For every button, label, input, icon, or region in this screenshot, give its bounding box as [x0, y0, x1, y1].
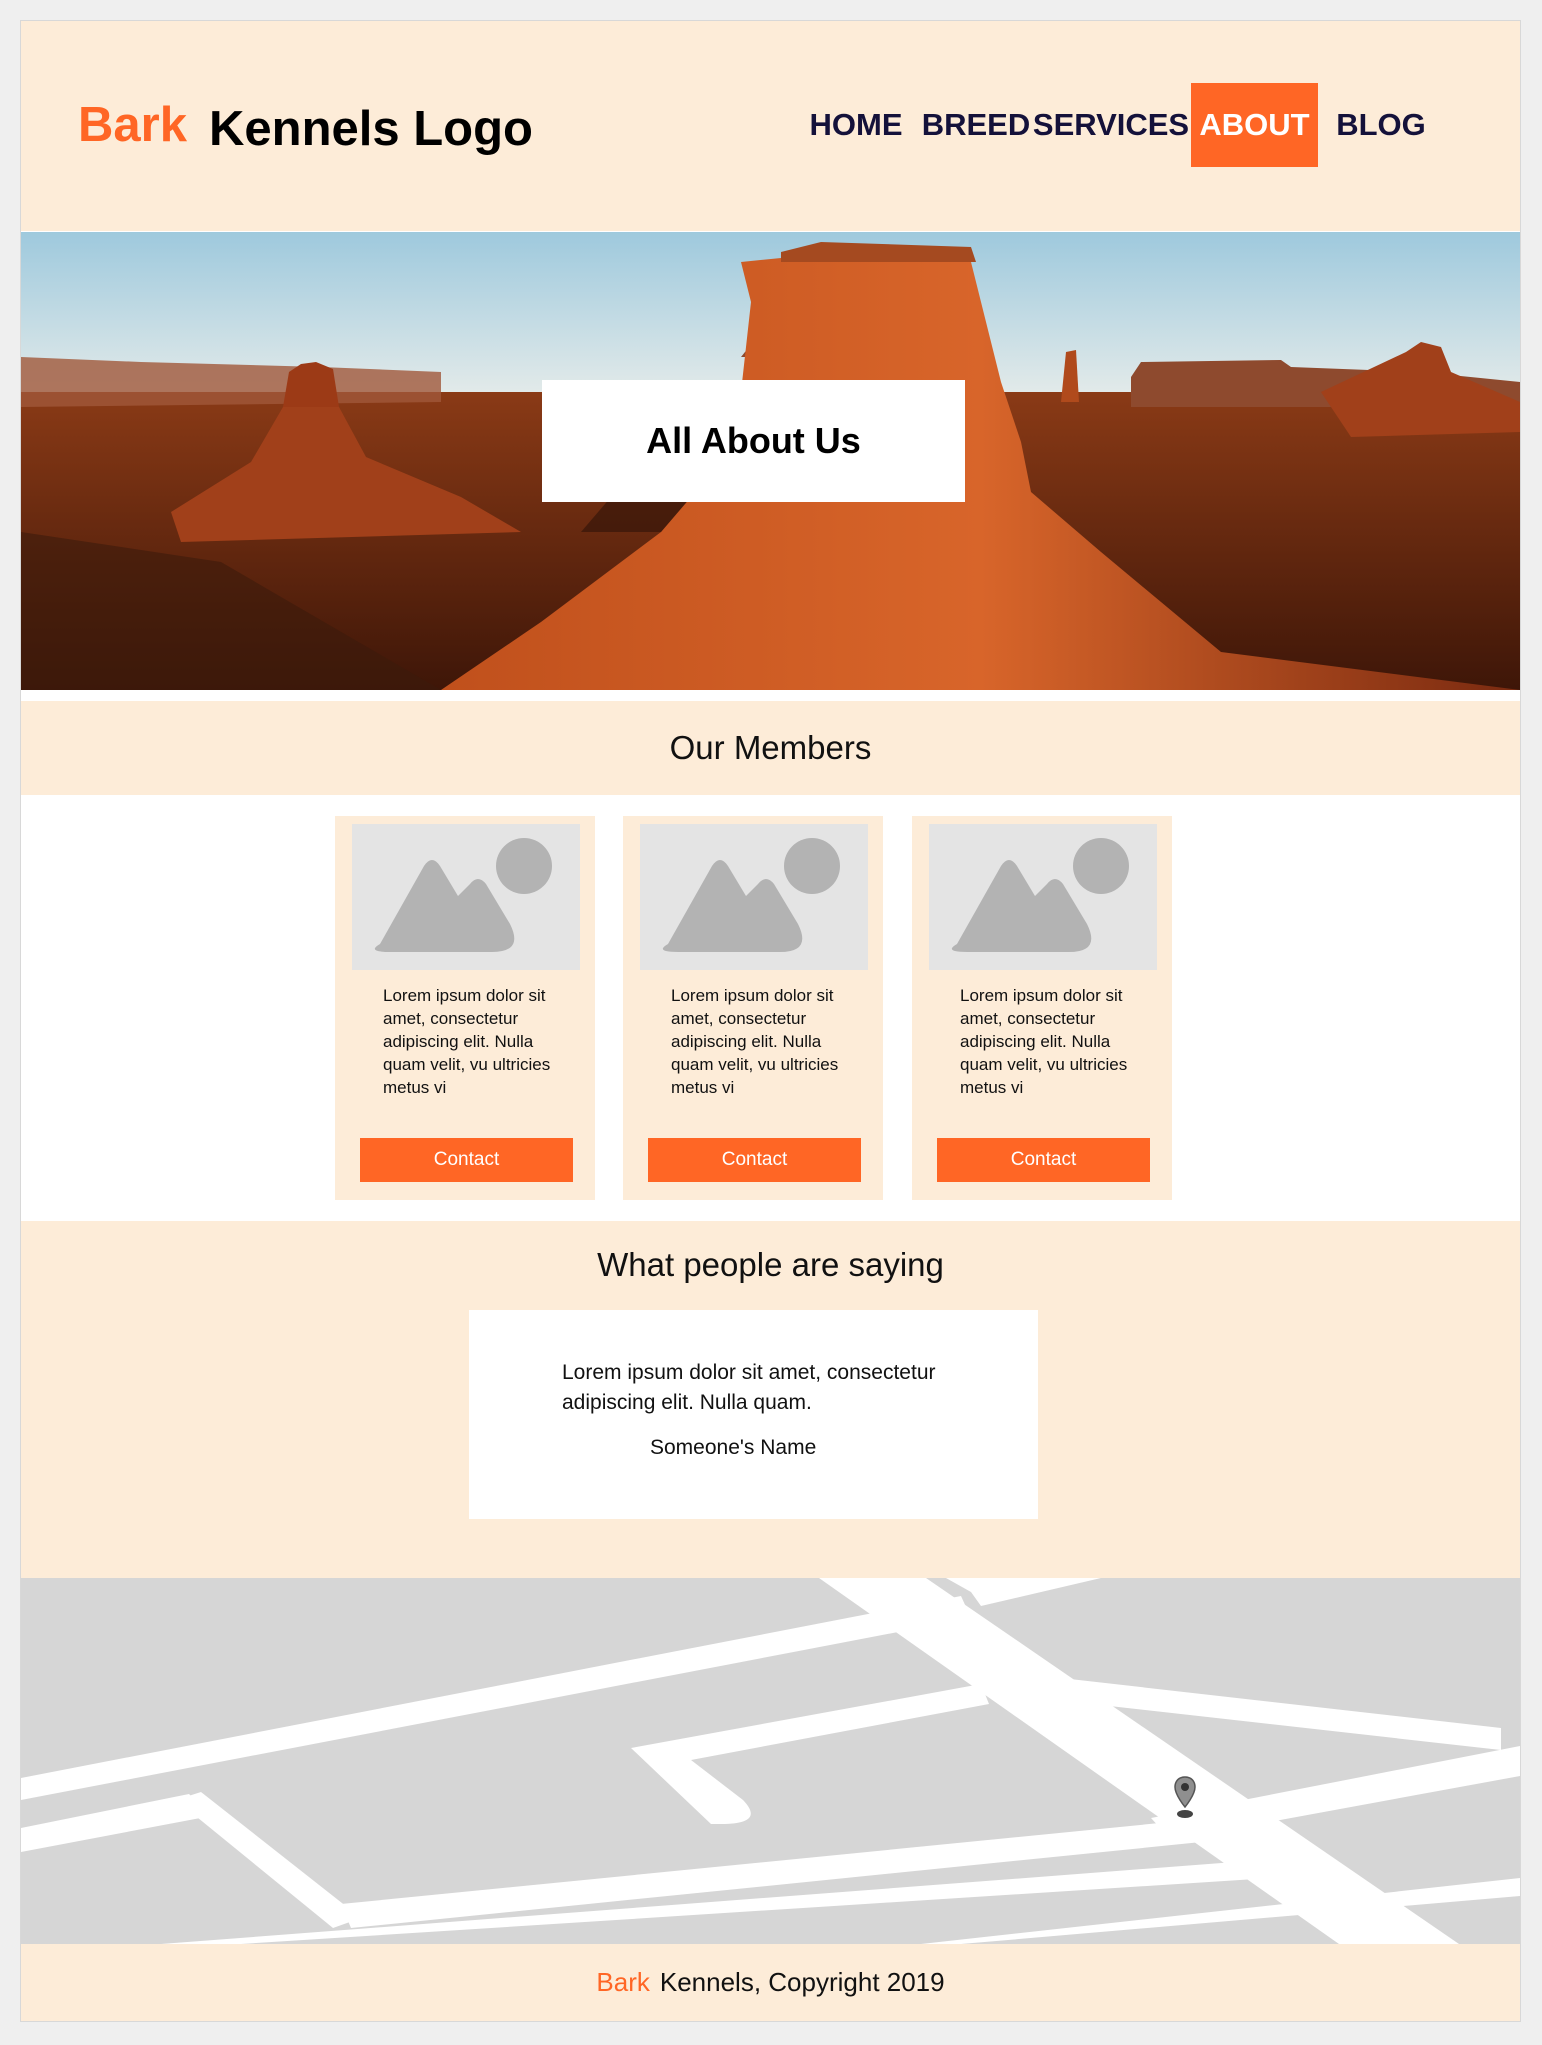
member-card-text: Lorem ipsum dolor sit amet, consectetur … [671, 986, 839, 1097]
footer-brand: Bark [596, 1967, 650, 1997]
member-card-text: Lorem ipsum dolor sit amet, consectetur … [383, 986, 551, 1097]
testimonial-author: Someone's Name [650, 1436, 817, 1459]
hero-title-box: All About Us [542, 380, 965, 502]
nav-home[interactable]: HOME [791, 83, 921, 167]
testimonials-title: What people are saying [597, 1246, 944, 1283]
location-map[interactable] [21, 1578, 1520, 1944]
testimonial-card: Lorem ipsum dolor sit amet, consectetur … [469, 1310, 1038, 1519]
member-card: Lorem ipsum dolor sit amet, consectetur … [335, 816, 595, 1200]
page: Bark Kennels Logo HOME BREED SERVICES AB… [20, 20, 1521, 2022]
contact-button[interactable]: Contact [360, 1138, 573, 1182]
contact-button[interactable]: Contact [648, 1138, 861, 1182]
nav-breed[interactable]: BREED [911, 83, 1041, 167]
site-footer: Bark Kennels, Copyright 2019 [21, 1944, 1520, 2021]
members-title: Our Members [669, 729, 872, 766]
members-header: Our Members [21, 701, 1520, 795]
image-placeholder-icon [352, 824, 580, 970]
map-streets [21, 1578, 1520, 1944]
nav-blog[interactable]: BLOG [1321, 83, 1441, 167]
hero-banner: All About Us [21, 232, 1520, 690]
image-placeholder-icon [929, 824, 1157, 970]
member-card: Lorem ipsum dolor sit amet, consectetur … [912, 816, 1172, 1200]
member-card: Lorem ipsum dolor sit amet, consectetur … [623, 816, 883, 1200]
footer-copyright: Kennels, Copyright 2019 [659, 1967, 945, 1997]
logo-highlight[interactable]: Bark [78, 97, 187, 153]
map-pin-icon[interactable] [1174, 1775, 1196, 1819]
nav-services[interactable]: SERVICES [1031, 83, 1191, 167]
testimonials-section: What people are saying Lorem ipsum dolor… [21, 1221, 1520, 1578]
image-placeholder-icon [640, 824, 868, 970]
contact-button[interactable]: Contact [937, 1138, 1150, 1182]
logo-text[interactable]: Kennels Logo [209, 101, 533, 157]
hero-title: All About Us [646, 420, 861, 461]
nav-about[interactable]: ABOUT [1191, 83, 1318, 167]
site-header: Bark Kennels Logo HOME BREED SERVICES AB… [21, 21, 1520, 231]
member-card-text: Lorem ipsum dolor sit amet, consectetur … [960, 986, 1128, 1097]
testimonial-quote: Lorem ipsum dolor sit amet, consectetur … [562, 1361, 936, 1414]
